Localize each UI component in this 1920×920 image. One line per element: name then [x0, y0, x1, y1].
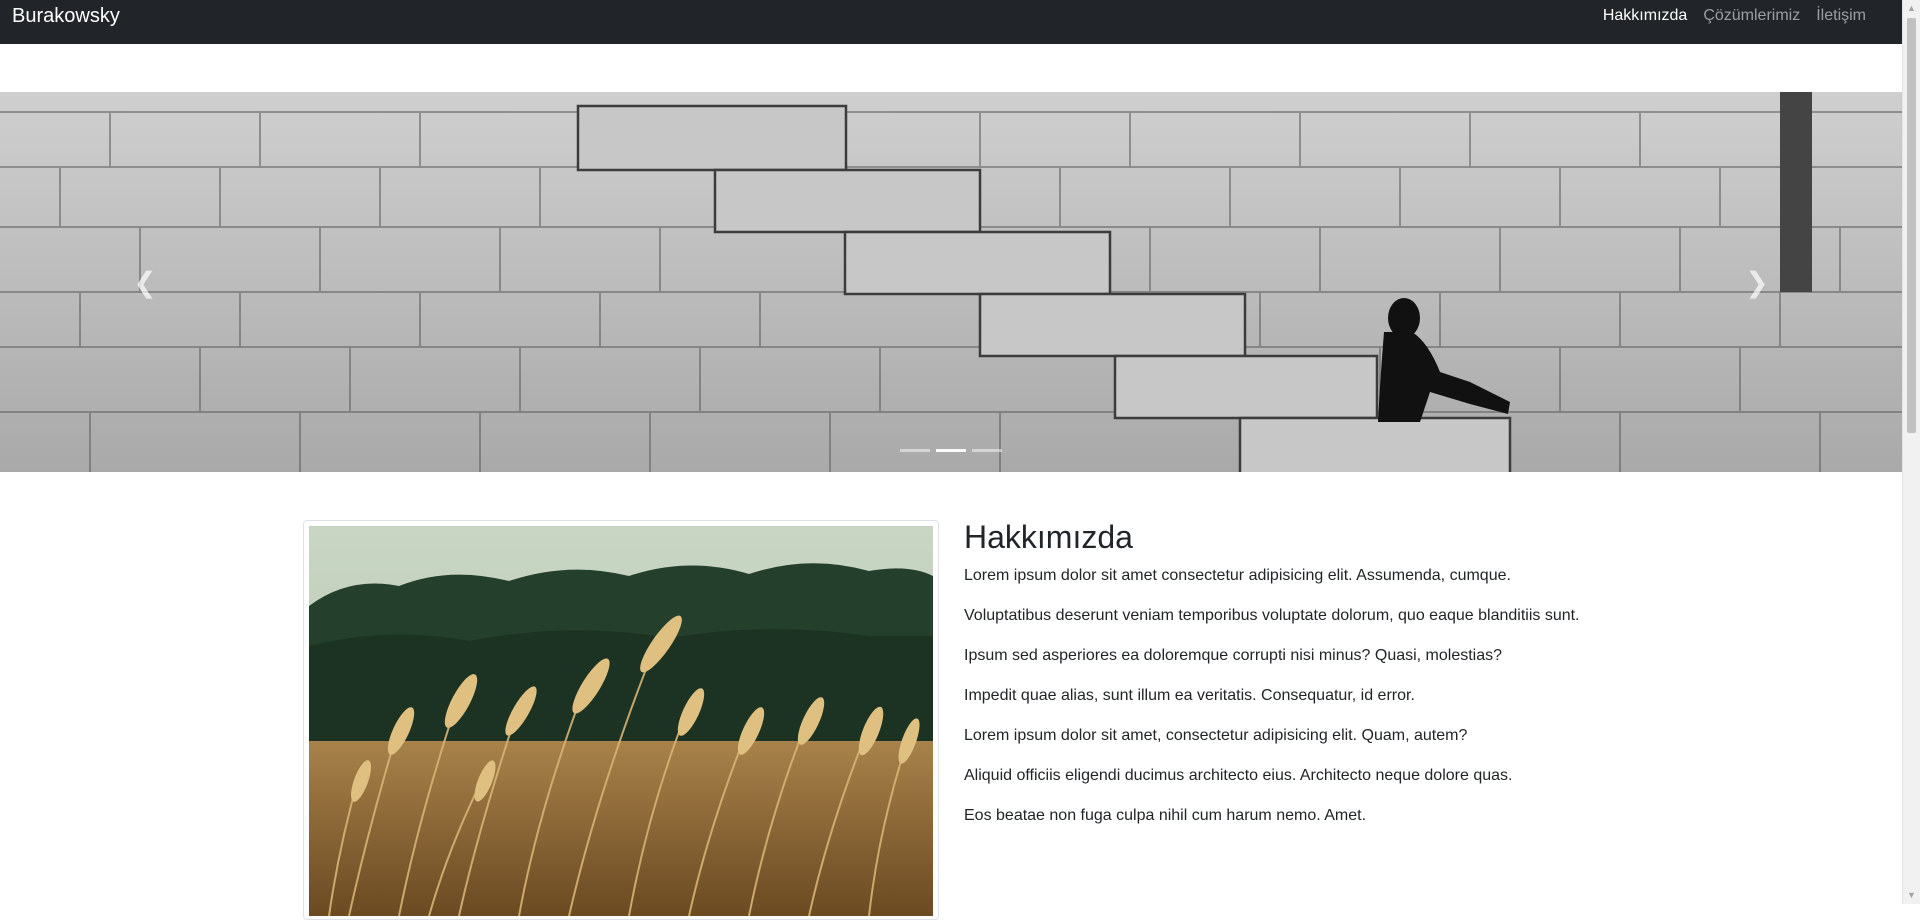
about-paragraph: Voluptatibus deserunt veniam temporibus … — [964, 607, 1580, 625]
about-image-thumbnail — [303, 520, 939, 920]
carousel-prev-button[interactable]: ❮ — [0, 92, 290, 472]
scroll-up-arrow-icon[interactable]: ▲ — [1903, 0, 1920, 17]
nav-link-iletisim[interactable]: İletişim — [1816, 7, 1866, 25]
nav-link-hakkimizda[interactable]: Hakkımızda — [1603, 7, 1687, 25]
about-paragraph: Lorem ipsum dolor sit amet, consectetur … — [964, 727, 1468, 745]
about-paragraph: Lorem ipsum dolor sit amet consectetur a… — [964, 567, 1511, 585]
carousel-indicator-active[interactable] — [936, 449, 966, 452]
carousel-indicator[interactable] — [972, 449, 1002, 452]
about-paragraph: Eos beatae non fuga culpa nihil cum haru… — [964, 807, 1367, 825]
about-paragraph: Aliquid officiis eligendi ducimus archit… — [964, 767, 1513, 785]
chevron-right-icon: ❯ — [1745, 266, 1769, 298]
about-paragraph: Impedit quae alias, sunt illum ea verita… — [964, 687, 1415, 705]
scroll-down-arrow-icon[interactable]: ▼ — [1903, 887, 1920, 904]
navbar: Burakowsky Hakkımızda Çözümlerimiz İleti… — [0, 0, 1902, 44]
scrollbar-thumb[interactable] — [1907, 18, 1916, 433]
carousel-indicator[interactable] — [900, 449, 930, 452]
about-paragraph: Ipsum sed asperiores ea doloremque corru… — [964, 647, 1503, 665]
carousel-next-button[interactable]: ❯ — [1612, 92, 1902, 472]
about-section: Hakkımızda Lorem ipsum dolor sit amet co… — [964, 518, 1604, 846]
carousel-indicators — [0, 449, 1902, 452]
hero-carousel: ❮ ❯ — [0, 92, 1902, 472]
page-scrollbar[interactable]: ▲ ▼ — [1902, 0, 1920, 904]
nav-links: Hakkımızda Çözümlerimiz İletişim — [1603, 7, 1866, 25]
wheat-field-image — [309, 526, 933, 916]
about-title: Hakkımızda — [964, 519, 1133, 555]
nav-link-cozumlerimiz[interactable]: Çözümlerimiz — [1703, 7, 1800, 25]
chevron-left-icon: ❮ — [133, 266, 157, 298]
brand-link[interactable]: Burakowsky — [12, 5, 120, 28]
